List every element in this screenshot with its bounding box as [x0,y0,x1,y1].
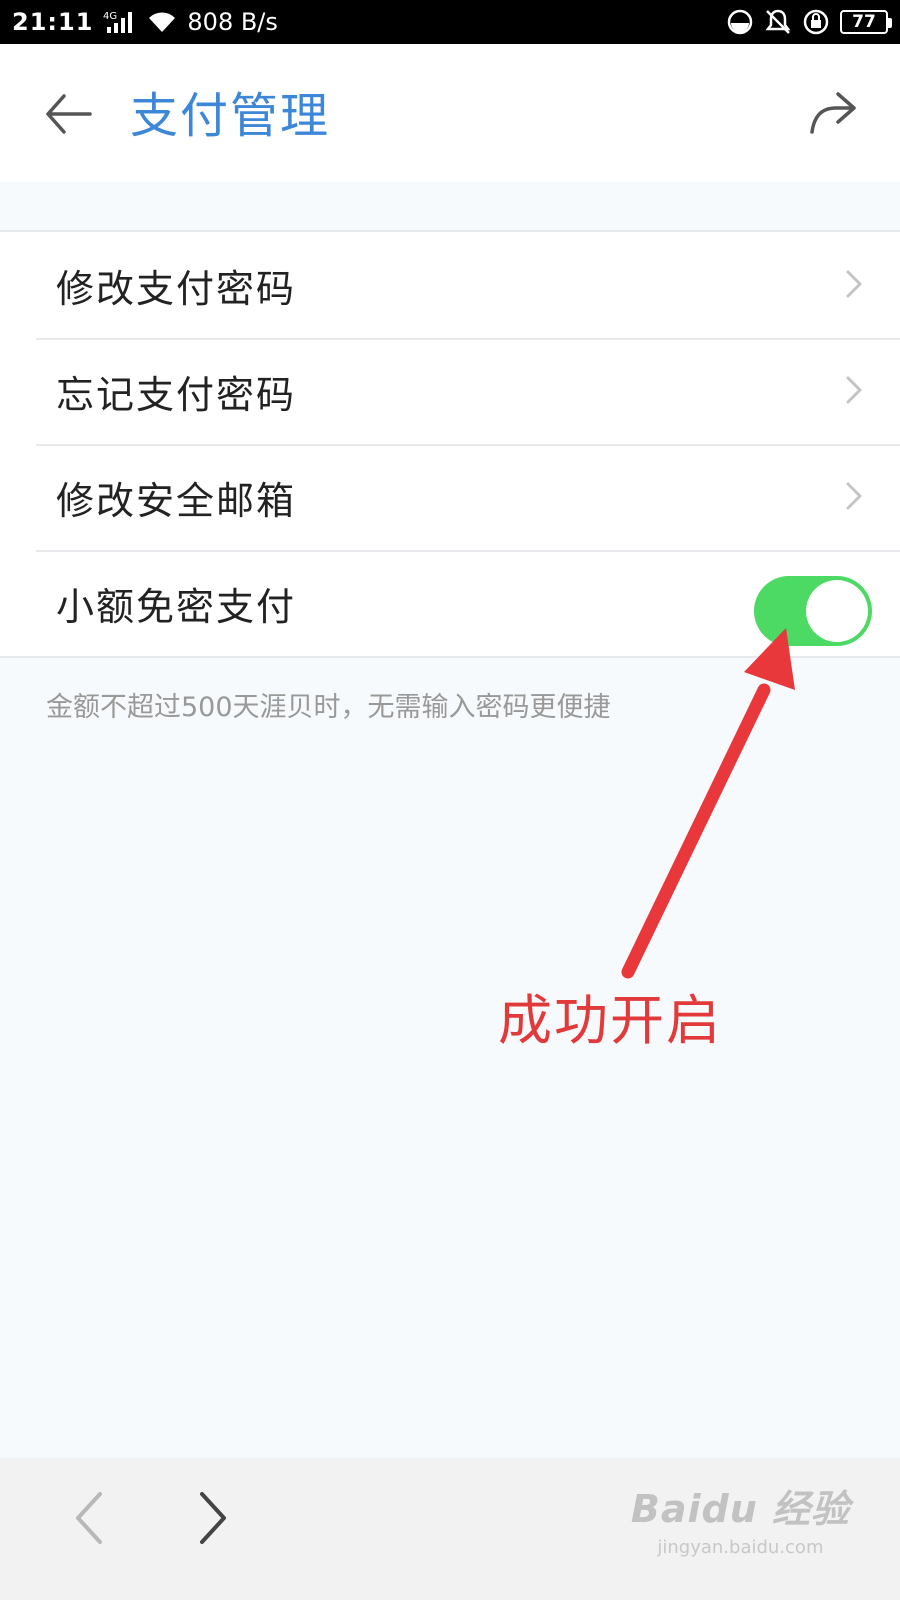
share-icon [810,92,856,134]
share-button[interactable] [808,90,858,136]
watermark-logo: Baidu 经验 [630,1487,850,1531]
chevron-left-icon [76,1492,102,1544]
status-bar: 21:11 4G 808 B/s 77 [0,0,900,44]
status-left: 21:11 4G 808 B/s [12,8,278,36]
wifi-icon [147,10,177,34]
battery-icon: 77 [840,10,892,34]
change-security-email-item[interactable]: 修改安全邮箱 [0,444,900,550]
status-right: 77 [726,8,892,36]
password-free-toggle[interactable] [754,576,872,646]
password-free-hint: 金额不超过500天涯贝时，无需输入密码更便捷 [46,692,611,723]
chevron-right-icon [846,270,862,298]
bottom-nav-bar: Baidu 经验 jingyan.baidu.com [0,1458,900,1600]
page: 21:11 4G 808 B/s 77 支付管理 修改支付密码 忘记支付密码 修… [0,0,900,1600]
network-type-text: 4G [103,11,117,22]
settings-list: 修改支付密码 忘记支付密码 修改安全邮箱 小额免密支付 [0,230,900,658]
toggle-knob [806,580,868,642]
chevron-right-icon [846,482,862,510]
chevron-right-icon [200,1492,226,1544]
forgot-pay-password-item[interactable]: 忘记支付密码 [0,338,900,444]
annotation-text: 成功开启 [498,989,722,1052]
item-label: 修改支付密码 [56,266,297,311]
nav-forward-button[interactable] [190,1488,234,1548]
data-saver-icon [726,8,754,36]
back-arrow-icon [46,94,92,134]
baidu-watermark: Baidu 经验 jingyan.baidu.com [631,1478,850,1558]
back-button[interactable] [44,92,94,136]
item-label: 忘记支付密码 [56,372,297,417]
item-label: 修改安全邮箱 [56,478,297,523]
alarm-muted-icon [764,8,792,36]
status-time: 21:11 [12,8,94,36]
network-speed: 808 B/s [187,8,278,36]
rotation-lock-icon [802,8,830,36]
watermark-url: jingyan.baidu.com [657,1537,824,1558]
change-pay-password-item[interactable]: 修改支付密码 [0,232,900,338]
nav-back-button[interactable] [68,1488,112,1548]
page-title: 支付管理 [130,88,331,144]
signal-icon: 4G [103,9,137,35]
password-free-payment-item: 小额免密支付 [0,550,900,656]
chevron-right-icon [846,376,862,404]
item-label: 小额免密支付 [56,584,297,629]
app-header: 支付管理 [0,44,900,182]
